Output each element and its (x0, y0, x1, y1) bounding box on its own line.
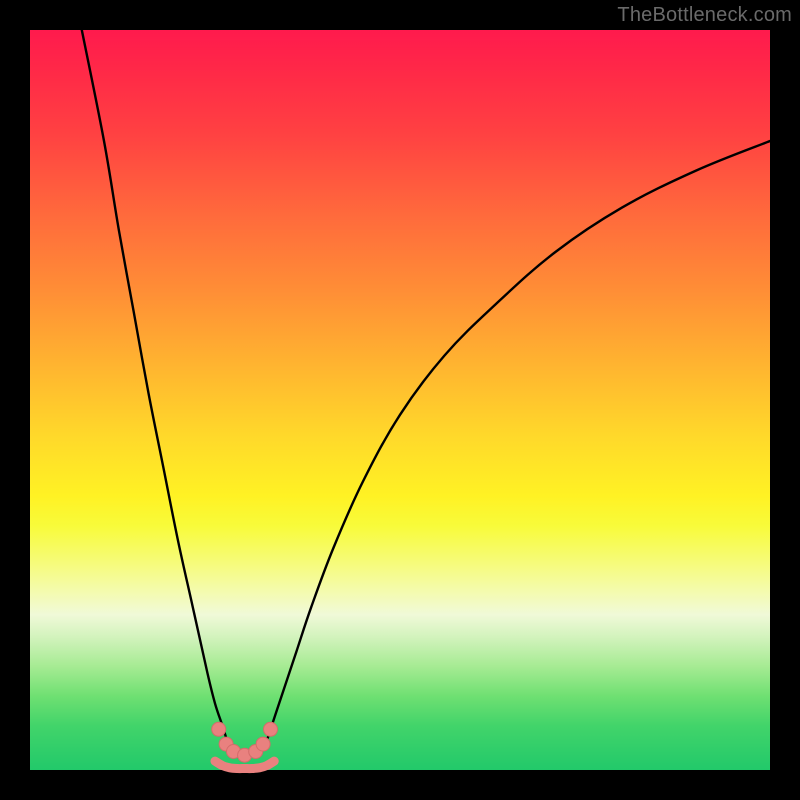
left-branch-curve (82, 30, 237, 755)
marker-dot (256, 737, 270, 751)
plot-area (30, 30, 770, 770)
curve-layer (30, 30, 770, 770)
marker-layer (212, 722, 278, 762)
marker-dot (264, 722, 278, 736)
marker-dot (212, 722, 226, 736)
right-branch-curve (259, 141, 770, 755)
watermark-text: TheBottleneck.com (617, 4, 792, 27)
chart-stage: TheBottleneck.com (0, 0, 800, 800)
